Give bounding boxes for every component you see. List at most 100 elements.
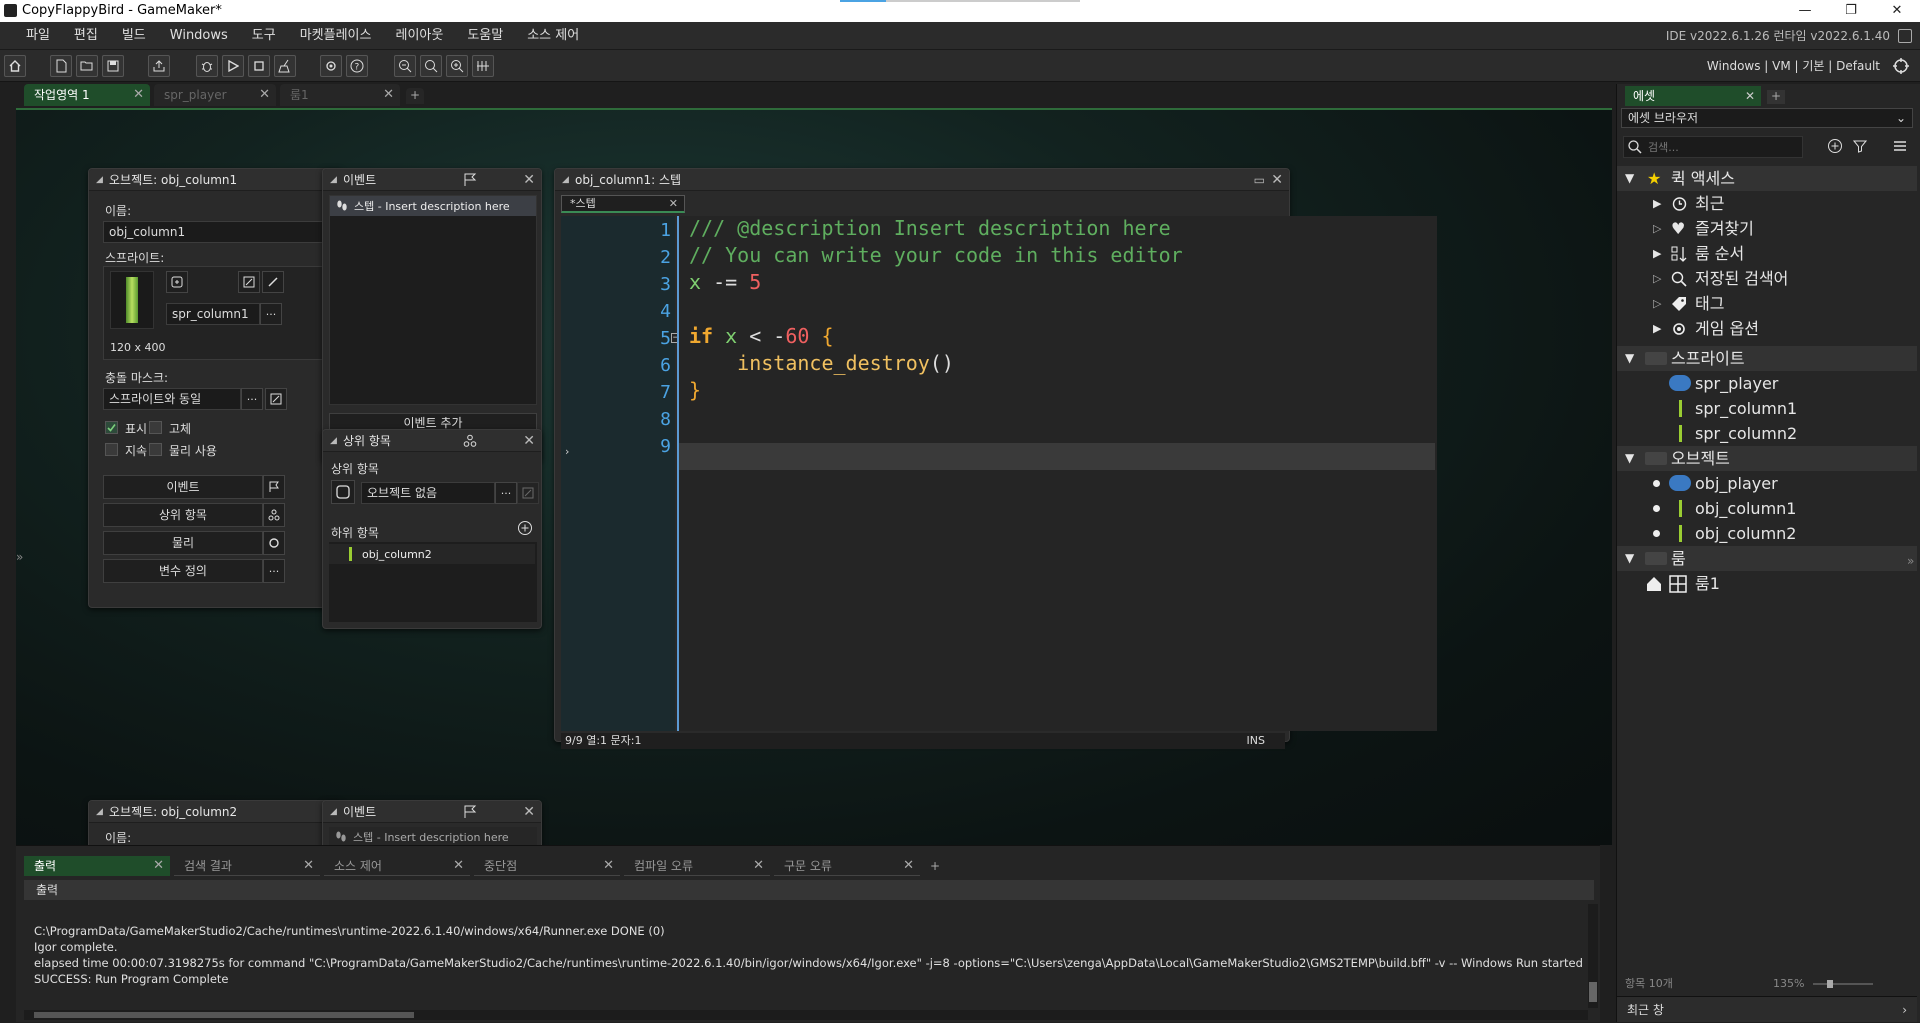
code-tab-step[interactable]: *스텝 ✕ — [561, 195, 685, 213]
target-selector[interactable]: Windows | VM | 기본 | Default — [1707, 50, 1880, 82]
paint-sprite-button[interactable] — [262, 271, 284, 293]
zoom-slider[interactable] — [1813, 983, 1873, 985]
tab-syntax-errors[interactable]: 구문 오류 ✕ — [774, 856, 920, 876]
menu-icon[interactable] — [1893, 140, 1907, 152]
quick-item-saved-searches[interactable]: ▷ 저장된 검색어 — [1617, 266, 1917, 291]
collapse-right-icon[interactable]: » — [1907, 554, 1914, 568]
event-item-step-2[interactable]: 스텝 - Insert description here — [329, 827, 537, 845]
close-panel-icon[interactable]: ✕ — [523, 169, 535, 191]
output-horizontal-scrollbar[interactable] — [24, 1010, 1588, 1020]
quick-item-room-order[interactable]: ▶ 룸 순서 — [1617, 241, 1917, 266]
mask-browse-button[interactable]: ··· — [241, 388, 263, 410]
events-flag-icon[interactable] — [263, 475, 285, 499]
event-item-step[interactable]: 스텝 - Insert description here — [330, 196, 536, 216]
open-project-button[interactable] — [76, 55, 98, 77]
close-tab-icon[interactable]: ✕ — [1745, 86, 1755, 106]
parent-hierarchy-icon[interactable] — [263, 503, 285, 527]
menu-build[interactable]: 빌드 — [110, 22, 158, 50]
physics-checkbox[interactable] — [149, 443, 162, 456]
sprite-name-field[interactable]: spr_column1 — [166, 303, 260, 325]
create-asset-icon[interactable] — [1827, 138, 1843, 154]
tab-source-control[interactable]: 소스 제어 ✕ — [324, 856, 470, 876]
quick-item-tags[interactable]: ▷ 태그 — [1617, 291, 1917, 316]
close-tab-icon[interactable]: ✕ — [603, 856, 614, 876]
quick-access-group[interactable]: ▼ ★ 퀵 액세스 — [1617, 166, 1917, 191]
asset-obj-column1[interactable]: obj_column1 — [1617, 496, 1917, 521]
collapse-triangle-icon[interactable]: ◢ — [330, 169, 337, 191]
close-tab-icon[interactable]: ✕ — [259, 84, 270, 106]
stop-button[interactable] — [248, 55, 270, 77]
close-tab-icon[interactable]: ✕ — [303, 856, 314, 876]
collapse-triangle-icon[interactable]: ◢ — [562, 169, 569, 191]
physics-button[interactable]: 물리 — [103, 531, 263, 555]
code-text-area[interactable]: /// @description Insert description here… — [677, 216, 1437, 731]
parent-button[interactable]: 상위 항목 — [103, 503, 263, 527]
menu-tools[interactable]: 도구 — [240, 22, 288, 50]
chat-icon[interactable] — [1898, 29, 1912, 43]
menu-layout[interactable]: 레이아웃 — [383, 22, 455, 50]
close-window-button[interactable]: ✕ — [1874, 0, 1920, 22]
tab-breakpoints[interactable]: 중단점 ✕ — [474, 856, 620, 876]
quick-item-game-options[interactable]: ▶ 게임 옵션 — [1617, 316, 1917, 341]
tab-spr-player[interactable]: spr_player ✕ — [154, 84, 276, 106]
recent-windows-bar[interactable]: 최근 창 › — [1617, 996, 1917, 1022]
persistent-checkbox[interactable] — [105, 443, 118, 456]
asset-browser-dropdown[interactable]: 에셋 브라우저 ⌄ — [1621, 108, 1913, 128]
add-child-icon[interactable] — [517, 520, 533, 536]
tab-workspace-1[interactable]: 작업영역 1 ✕ — [24, 84, 150, 106]
rooms-group[interactable]: ▼ 룸 — [1617, 546, 1917, 571]
add-output-tab-button[interactable]: + — [924, 856, 944, 876]
grid-button[interactable] — [472, 55, 494, 77]
object-name-input[interactable]: obj_column1 — [103, 221, 329, 243]
run-button[interactable] — [222, 55, 244, 77]
close-tab-icon[interactable]: ✕ — [903, 856, 914, 876]
scrollbar-thumb[interactable] — [34, 1012, 414, 1018]
add-workspace-button[interactable]: + — [406, 88, 424, 104]
menu-windows[interactable]: Windows — [158, 22, 240, 50]
quick-item-recent[interactable]: ▶ 최근 — [1617, 191, 1917, 216]
maximize-panel-icon[interactable]: ▭ — [1254, 169, 1265, 191]
child-item[interactable]: obj_column2 — [329, 544, 535, 564]
collapse-triangle-icon[interactable]: ◢ — [96, 169, 103, 191]
menu-source-control[interactable]: 소스 제어 — [515, 22, 591, 50]
export-button[interactable] — [148, 55, 170, 77]
close-tab-icon[interactable]: ✕ — [133, 84, 144, 106]
tab-output[interactable]: 출력 ✕ — [24, 856, 170, 876]
close-tab-icon[interactable]: ✕ — [753, 856, 764, 876]
clean-button[interactable] — [274, 55, 296, 77]
collapse-triangle-icon[interactable]: ◢ — [330, 801, 337, 823]
quick-item-favorites[interactable]: ▷ ♥ 즐겨찾기 — [1617, 216, 1917, 241]
events-button[interactable]: 이벤트 — [103, 475, 263, 499]
tab-assets[interactable]: 에셋 ✕ — [1625, 86, 1761, 106]
asset-spr-column2[interactable]: spr_column2 — [1617, 421, 1917, 446]
parent-object-field[interactable]: 오브젝트 없음 — [361, 482, 495, 504]
edit-parent-button[interactable] — [517, 482, 539, 504]
edit-sprite-button[interactable] — [238, 271, 260, 293]
menu-help[interactable]: 도움말 — [455, 22, 515, 50]
new-sprite-button[interactable] — [166, 271, 188, 293]
physics-gear-icon[interactable] — [263, 531, 285, 555]
menu-marketplace[interactable]: 마켓플레이스 — [288, 22, 384, 50]
minimize-button[interactable]: — — [1782, 0, 1828, 22]
new-project-button[interactable] — [50, 55, 72, 77]
help-button[interactable]: ? — [346, 55, 368, 77]
menu-file[interactable]: 파일 — [14, 22, 62, 50]
output-vertical-scrollbar[interactable] — [1588, 904, 1598, 1008]
collapse-triangle-icon[interactable]: ◢ — [96, 801, 103, 823]
parent-object-thumbnail[interactable] — [331, 480, 355, 504]
close-tab-icon[interactable]: ✕ — [453, 856, 464, 876]
edit-mask-button[interactable] — [265, 388, 287, 410]
close-panel-icon[interactable]: ✕ — [1271, 169, 1283, 191]
sprite-browse-button[interactable]: ··· — [260, 303, 282, 325]
maximize-button[interactable]: ❐ — [1828, 0, 1874, 22]
variables-more-button[interactable]: ··· — [263, 559, 285, 583]
output-log[interactable]: C:\ProgramData/GameMakerStudio2/Cache/ru… — [24, 904, 1584, 1008]
zoom-out-button[interactable] — [394, 55, 416, 77]
preferences-button[interactable] — [320, 55, 342, 77]
close-panel-icon[interactable]: ✕ — [523, 430, 535, 452]
debug-button[interactable] — [196, 55, 218, 77]
solid-checkbox[interactable] — [149, 421, 162, 434]
close-tab-icon[interactable]: ✕ — [153, 856, 164, 876]
asset-spr-player[interactable]: spr_player — [1617, 371, 1917, 396]
add-tab-button[interactable]: + — [1767, 90, 1785, 104]
